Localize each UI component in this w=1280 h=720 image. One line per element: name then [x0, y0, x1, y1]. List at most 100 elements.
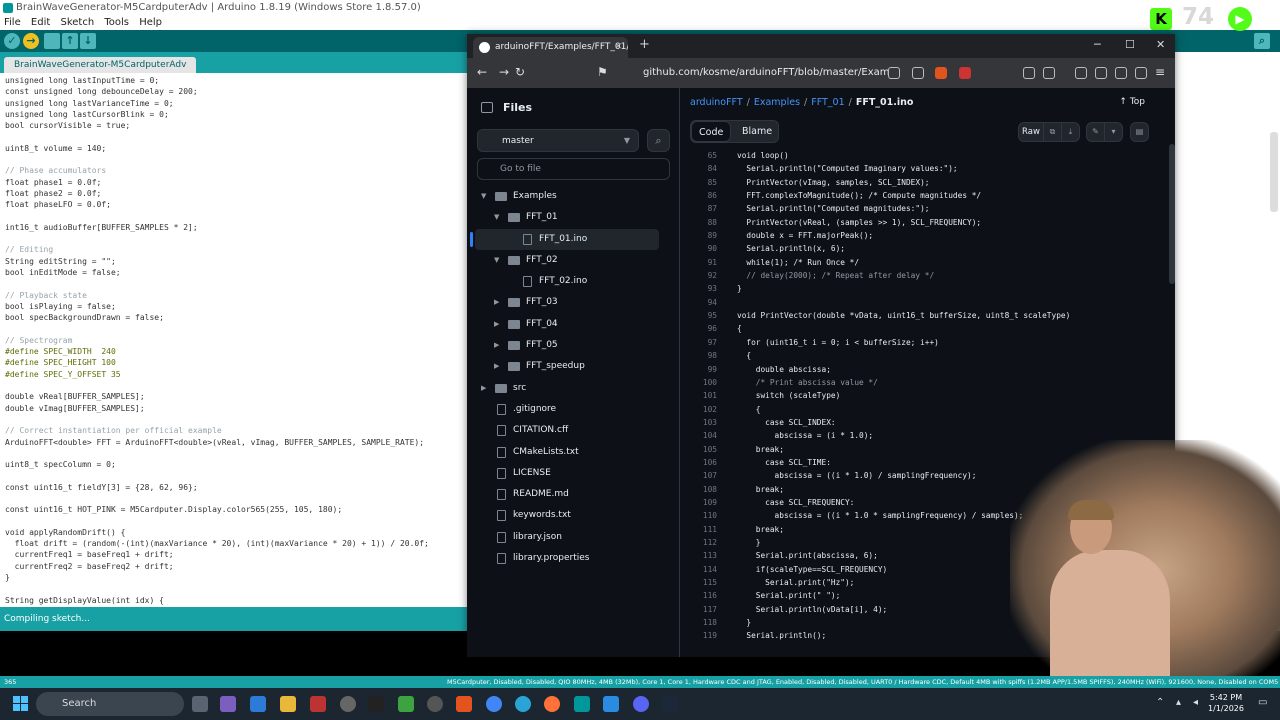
edit-dropdown-icon[interactable]: ▾	[1104, 122, 1123, 142]
tree-folder[interactable]: ▶ FFT_speedup	[467, 356, 679, 377]
save-sketch-button[interactable]: ↓	[80, 33, 96, 49]
chevron-right-icon[interactable]: ▶	[494, 292, 499, 313]
verify-button[interactable]: ✓	[4, 33, 20, 49]
app-r-icon[interactable]	[250, 696, 266, 712]
menu-edit[interactable]: Edit	[31, 17, 50, 28]
line-number[interactable]: 90	[680, 242, 717, 255]
top-button[interactable]: ↑ Top	[1119, 97, 1145, 107]
line-number[interactable]: 115	[680, 576, 717, 589]
app-green-icon[interactable]	[398, 696, 414, 712]
download-icon[interactable]: ⤓	[1061, 122, 1080, 142]
line-number[interactable]: 117	[680, 603, 717, 616]
tree-folder[interactable]: ▶ FFT_05	[467, 335, 679, 356]
notifications-icon[interactable]: ▭	[1258, 697, 1267, 708]
search-icon[interactable]: ⌕	[647, 129, 670, 152]
tree-folder[interactable]: ▶ FFT_04	[467, 314, 679, 335]
line-number[interactable]: 110	[680, 509, 717, 522]
line-number[interactable]: 119	[680, 629, 717, 642]
symbols-panel-icon[interactable]: ▤	[1130, 122, 1149, 142]
upload-button[interactable]: →	[23, 33, 39, 49]
volume-icon[interactable]: ◂	[1193, 697, 1198, 708]
extensions-icon[interactable]	[1023, 67, 1035, 79]
line-number[interactable]: 93	[680, 282, 717, 295]
tab-code[interactable]: Code	[691, 121, 732, 142]
chrome-icon[interactable]	[486, 696, 502, 712]
line-number[interactable]: 114	[680, 563, 717, 576]
tree-file[interactable]: FFT_02.ino	[467, 271, 679, 292]
system-clock[interactable]: 5:42 PM 1/1/2026	[1206, 692, 1246, 714]
line-number[interactable]: 84	[680, 162, 717, 175]
breadcrumb-examples[interactable]: Examples	[754, 97, 800, 108]
tree-file[interactable]: library.json	[467, 527, 679, 548]
menu-tools[interactable]: Tools	[104, 17, 129, 28]
obs-icon[interactable]	[340, 696, 356, 712]
line-number[interactable]: 105	[680, 443, 717, 456]
menu-icon[interactable]: ≡	[1155, 65, 1165, 79]
arduino-icon[interactable]	[574, 696, 590, 712]
copy-icon[interactable]: ⧉	[1043, 122, 1062, 142]
back-icon[interactable]: ←	[477, 65, 487, 79]
discord-icon[interactable]	[633, 696, 649, 712]
line-number[interactable]: 112	[680, 536, 717, 549]
line-number[interactable]: 113	[680, 549, 717, 562]
open-sketch-button[interactable]: ↑	[62, 33, 78, 49]
leo-ai-icon[interactable]	[1115, 67, 1127, 79]
tree-folder[interactable]: ▶ FFT_03	[467, 292, 679, 313]
tree-file[interactable]: .gitignore	[467, 399, 679, 420]
line-number[interactable]: 89	[680, 229, 717, 242]
media-app-icon[interactable]	[310, 696, 326, 712]
line-number[interactable]: 101	[680, 389, 717, 402]
bookmark-icon[interactable]: ⚑	[597, 65, 608, 79]
vpn-icon[interactable]	[1135, 67, 1147, 79]
chevron-right-icon[interactable]: ▶	[494, 356, 499, 377]
address-bar[interactable]: github.com/kosme/arduinoFFT/blob/master/…	[615, 63, 890, 83]
chevron-right-icon[interactable]: ▶	[494, 314, 499, 335]
line-number[interactable]: 96	[680, 322, 717, 335]
install-app-icon[interactable]	[888, 67, 900, 79]
start-button[interactable]	[13, 696, 29, 712]
chevron-right-icon[interactable]: ▶	[481, 378, 486, 399]
tree-file[interactable]: CMakeLists.txt	[467, 442, 679, 463]
sketch-tab[interactable]: BrainWaveGenerator-M5CardputerAdv	[4, 57, 197, 73]
reload-icon[interactable]: ↻	[515, 65, 525, 79]
line-number[interactable]: 95	[680, 309, 717, 322]
forward-icon[interactable]: →	[499, 65, 509, 79]
terminal-icon[interactable]	[368, 696, 384, 712]
tree-file[interactable]: README.md	[467, 484, 679, 505]
menu-help[interactable]: Help	[139, 17, 162, 28]
tree-file[interactable]: keywords.txt	[467, 505, 679, 526]
line-number[interactable]: 98	[680, 349, 717, 362]
file-explorer-icon[interactable]	[280, 696, 296, 712]
line-number[interactable]: 104	[680, 429, 717, 442]
line-number[interactable]: 97	[680, 336, 717, 349]
raw-button[interactable]: Raw	[1018, 122, 1044, 142]
tab-blame[interactable]: Blame	[735, 121, 779, 142]
menu-sketch[interactable]: Sketch	[60, 17, 94, 28]
tree-folder[interactable]: ▼ Examples	[467, 186, 679, 207]
line-number[interactable]: 92	[680, 269, 717, 282]
wallet-icon[interactable]	[1095, 67, 1107, 79]
collapse-sidebar-icon[interactable]	[481, 102, 493, 113]
tree-file[interactable]: library.properties	[467, 548, 679, 569]
tree-file[interactable]: FFT_01.ino	[470, 228, 659, 250]
line-number[interactable]: 87	[680, 202, 717, 215]
maximize-icon[interactable]: ☐	[1125, 38, 1135, 51]
brave-shield-icon[interactable]	[935, 67, 947, 79]
line-number[interactable]: 91	[680, 256, 717, 269]
new-tab-icon[interactable]: +	[639, 37, 650, 52]
chevron-down-icon[interactable]: ▼	[481, 186, 486, 207]
line-number[interactable]: 99	[680, 363, 717, 376]
vertical-scrollbar[interactable]	[1169, 144, 1175, 284]
editor-scrollbar[interactable]	[1270, 132, 1278, 212]
brave-rewards-icon[interactable]	[959, 67, 971, 79]
breadcrumb-repo[interactable]: arduinoFFT	[690, 97, 743, 108]
chevron-right-icon[interactable]: ▶	[494, 335, 499, 356]
line-number[interactable]: 103	[680, 416, 717, 429]
tree-file[interactable]: CITATION.cff	[467, 420, 679, 441]
tree-file[interactable]: LICENSE	[467, 463, 679, 484]
new-sketch-button[interactable]	[44, 33, 60, 49]
breadcrumb-folder[interactable]: FFT_01	[811, 97, 844, 108]
network-icon[interactable]: ▴	[1176, 697, 1181, 708]
firefox-icon[interactable]	[544, 696, 560, 712]
taskbar-search[interactable]: Search	[36, 692, 184, 716]
